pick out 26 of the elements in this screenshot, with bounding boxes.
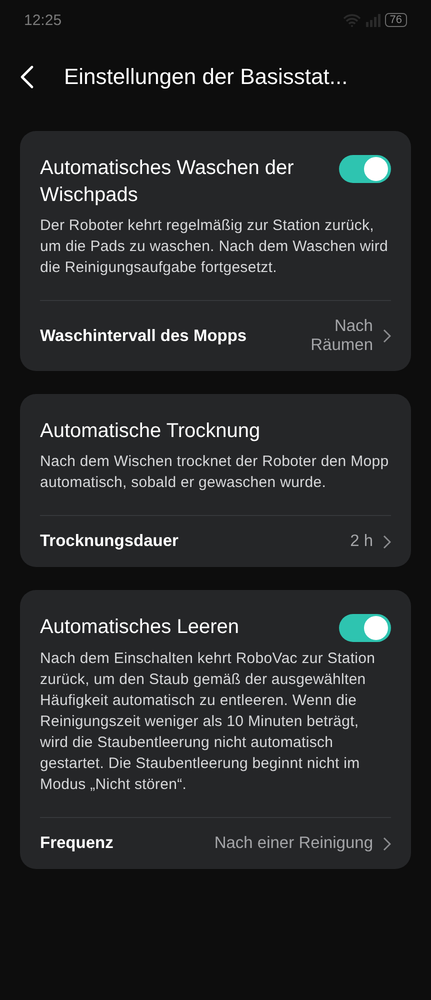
row-label: Trocknungsdauer — [40, 532, 180, 551]
setting-title: Automatisches Waschen der Wischpads — [40, 156, 295, 208]
row-value: Nach Räumen — [310, 317, 373, 355]
signal-icon — [364, 14, 381, 26]
status-time: 12:25 — [24, 12, 62, 28]
back-button[interactable] — [20, 65, 34, 89]
setting-row[interactable]: Frequenz Nach einer Reinigung — [40, 818, 391, 869]
setting-description: Nach dem Einschalten kehrt RoboVac zur Station zurück, um den Staub gemäß der ausgewählten Häufigkeit automatisch zu entleeren. Wenn die Reinigungszeit weniger als 10 Minuten beträgt, wird die Staubentleerung nicht automatisch gestartet. Die Staubentleerung beginnt nicht im Modus „Nicht stören“. — [40, 649, 376, 795]
chevron-icon — [383, 836, 391, 850]
toggle-switch[interactable] — [339, 155, 391, 183]
row-value: 2 h — [350, 532, 373, 551]
row-value: Nach einer Reinigung — [214, 834, 373, 853]
chevron-icon — [383, 329, 391, 343]
page-title: Einstellungen der Basisstat... — [64, 64, 348, 90]
battery-indicator: 76 — [384, 13, 407, 27]
setting-row[interactable]: Waschintervall des Mopps Nach Räumen — [40, 301, 391, 371]
setting-row[interactable]: Trocknungsdauer 2 h — [40, 516, 391, 567]
setting-description: Nach dem Wischen trocknet der Roboter den Mopp automatisch, sobald er gewaschen wurde. — [40, 452, 390, 493]
toggle-switch[interactable] — [339, 614, 391, 642]
wifi-icon — [342, 14, 361, 26]
setting-title: Automatisches Leeren — [40, 615, 240, 640]
setting-title: Automatische Trocknung — [40, 419, 260, 444]
row-label: Frequenz — [40, 834, 114, 853]
row-label: Waschintervall des Mopps — [40, 326, 248, 346]
chevron-icon — [383, 534, 391, 548]
setting-description: Der Roboter kehrt regelmäßig zur Station zurück, um die Pads zu waschen. Nach dem Waschen wird die Reinigungsaufgabe fortgesetzt. — [40, 216, 390, 278]
